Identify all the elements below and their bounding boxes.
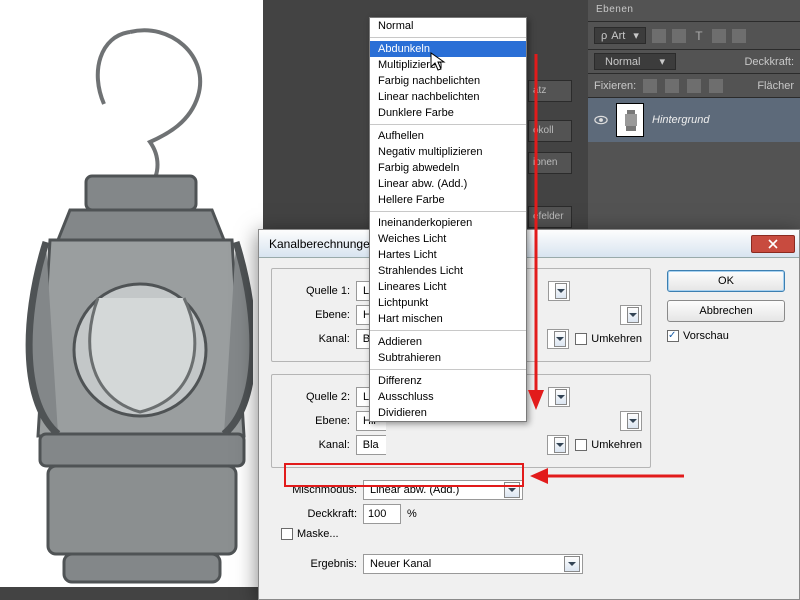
umkehren2-checkbox[interactable]: Umkehren xyxy=(575,439,642,451)
dropdown-separator xyxy=(370,211,526,212)
quelle1-select-arrow[interactable] xyxy=(548,281,570,301)
filter-smart-icon[interactable] xyxy=(732,29,746,43)
filter-adjust-icon[interactable] xyxy=(672,29,686,43)
dropdown-item[interactable]: Lichtpunkt xyxy=(370,295,526,311)
filter-type-icon[interactable]: T xyxy=(692,29,706,43)
ebene1-label: Ebene: xyxy=(280,309,350,321)
dropdown-item[interactable]: Farbig abwedeln xyxy=(370,160,526,176)
kanal1-select-arrow[interactable] xyxy=(547,329,569,349)
filter-pixel-icon[interactable] xyxy=(652,29,666,43)
ebene1-select-arrow[interactable] xyxy=(620,305,642,325)
layer-thumbnail[interactable] xyxy=(616,103,644,137)
mischmodus-dropdown[interactable]: Normal AbdunkelnMultiplizierenFarbig nach… xyxy=(369,17,527,422)
ok-button[interactable]: OK xyxy=(667,270,785,292)
dropdown-item[interactable]: Ausschluss xyxy=(370,389,526,405)
layer-row[interactable]: Hintergrund xyxy=(588,98,800,142)
vorschau-checkbox[interactable]: Vorschau xyxy=(667,330,785,342)
maske-checkbox[interactable]: Maske... xyxy=(281,528,339,540)
kanal1-label: Kanal: xyxy=(280,333,350,345)
lantern-image xyxy=(10,26,253,586)
ebene2-select-arrow[interactable] xyxy=(620,411,642,431)
kanal2-label: Kanal: xyxy=(280,439,350,451)
abbrechen-button[interactable]: Abbrechen xyxy=(667,300,785,322)
lock-all-icon[interactable] xyxy=(709,79,723,93)
dropdown-item[interactable]: Hellere Farbe xyxy=(370,192,526,208)
dialog-title: Kanalberechnungen xyxy=(269,237,376,251)
dropdown-item[interactable]: Dividieren xyxy=(370,405,526,421)
dropdown-item[interactable]: Hartes Licht xyxy=(370,247,526,263)
dropdown-separator xyxy=(370,124,526,125)
dropdown-separator xyxy=(370,330,526,331)
blendmode-select[interactable]: Normal ▾ xyxy=(594,53,676,70)
layers-panel: Ebenen ρArt▾ T Normal ▾ Deckkraft: Fixie… xyxy=(588,0,800,229)
dropdown-item[interactable]: Addieren xyxy=(370,334,526,350)
close-button[interactable] xyxy=(751,235,795,253)
kanalberechnungen-dialog: Kanalberechnungen Quelle 1: L Ebene: Hir xyxy=(258,229,800,600)
panel-tab[interactable]: ionen xyxy=(528,152,572,174)
panel-header: Ebenen xyxy=(588,0,800,22)
dropdown-item[interactable]: Normal xyxy=(370,18,526,34)
dropdown-item[interactable]: Dunklere Farbe xyxy=(370,105,526,121)
ebene2-label: Ebene: xyxy=(280,415,350,427)
lock-paint-icon[interactable] xyxy=(665,79,679,93)
dropdown-item[interactable]: Multiplizieren xyxy=(370,57,526,73)
document-canvas[interactable] xyxy=(0,0,263,587)
mischmodus-label: Mischmodus: xyxy=(271,484,357,496)
quelle2-select-arrow[interactable] xyxy=(548,387,570,407)
lock-label: Fixieren: xyxy=(594,80,636,92)
lock-transparent-icon[interactable] xyxy=(643,79,657,93)
dropdown-item[interactable]: Linear abw. (Add.) xyxy=(370,176,526,192)
kanal2-select[interactable]: Bla xyxy=(356,435,386,455)
lock-position-icon[interactable] xyxy=(687,79,701,93)
dropdown-separator xyxy=(370,37,526,38)
deckkraft-input[interactable]: 100 xyxy=(363,504,401,524)
dropdown-item[interactable]: Differenz xyxy=(370,373,526,389)
dropdown-separator xyxy=(370,369,526,370)
dropdown-item[interactable]: Negativ multiplizieren xyxy=(370,144,526,160)
mischmodus-select[interactable]: Linear abw. (Add.) xyxy=(363,480,523,500)
panel-tab[interactable]: okoll xyxy=(528,120,572,142)
layer-name[interactable]: Hintergrund xyxy=(652,114,709,126)
filter-shape-icon[interactable] xyxy=(712,29,726,43)
dropdown-item[interactable]: Lineares Licht xyxy=(370,279,526,295)
visibility-eye-icon[interactable] xyxy=(594,113,608,127)
layer-kind-select[interactable]: ρArt▾ xyxy=(594,27,646,44)
percent-label: % xyxy=(407,508,417,520)
opacity-label: Deckkraft: xyxy=(744,56,794,68)
dropdown-item[interactable]: Subtrahieren xyxy=(370,350,526,366)
deckkraft-label: Deckkraft: xyxy=(271,508,357,520)
dropdown-item[interactable]: Strahlendes Licht xyxy=(370,263,526,279)
umkehren1-checkbox[interactable]: Umkehren xyxy=(575,333,642,345)
panel-tab[interactable]: efelder xyxy=(528,206,572,228)
dropdown-item[interactable]: Weiches Licht xyxy=(370,231,526,247)
dropdown-item[interactable]: Aufhellen xyxy=(370,128,526,144)
cursor-icon xyxy=(430,52,446,72)
ergebnis-select[interactable]: Neuer Kanal xyxy=(363,554,583,574)
ergebnis-label: Ergebnis: xyxy=(271,558,357,570)
dropdown-item[interactable]: Ineinanderkopieren xyxy=(370,215,526,231)
quelle2-label: Quelle 2: xyxy=(280,391,350,403)
fill-label: Flächer xyxy=(757,80,794,92)
kanal2-select-arrow[interactable] xyxy=(547,435,569,455)
dropdown-item[interactable]: Abdunkeln xyxy=(370,41,526,57)
panel-tab[interactable]: atz xyxy=(528,80,572,102)
dropdown-item[interactable]: Farbig nachbelichten xyxy=(370,73,526,89)
dropdown-item[interactable]: Hart mischen xyxy=(370,311,526,327)
quelle1-label: Quelle 1: xyxy=(280,285,350,297)
dropdown-item[interactable]: Linear nachbelichten xyxy=(370,89,526,105)
